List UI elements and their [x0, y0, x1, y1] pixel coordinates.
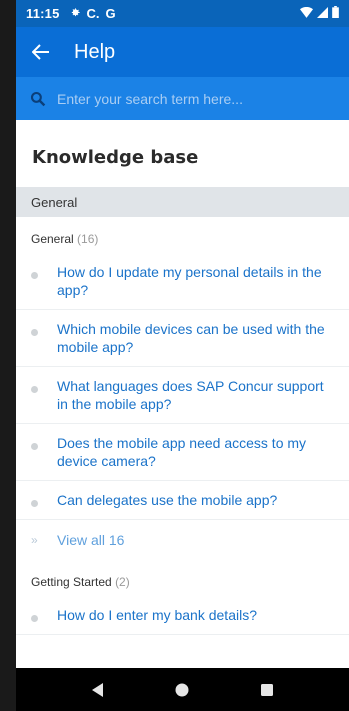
article-link[interactable]: Does the mobile app need access to my de… — [57, 434, 337, 470]
bullet-icon — [31, 500, 38, 507]
bullet-icon — [31, 272, 38, 279]
group-count: (16) — [77, 232, 99, 246]
article-link[interactable]: How do I update my personal details in t… — [57, 263, 337, 299]
article-link[interactable]: Which mobile devices can be used with th… — [57, 320, 337, 356]
bullet-icon — [31, 443, 38, 450]
view-all-label[interactable]: View all 16 — [57, 532, 124, 548]
search-icon — [29, 90, 47, 108]
article-item[interactable]: Can delegates use the mobile app? — [16, 481, 349, 520]
battery-icon — [332, 6, 339, 21]
article-link[interactable]: What languages does SAP Concur support i… — [57, 377, 337, 413]
signal-icon — [317, 6, 328, 21]
help-page: 11:15 C. G Help Enter your search term h… — [16, 0, 349, 711]
double-chevron-right-icon: » — [31, 533, 38, 547]
status-left-icons: C. G — [70, 6, 116, 21]
bullet-icon — [31, 615, 38, 622]
group-count: (2) — [115, 575, 130, 589]
wifi-icon — [300, 6, 313, 21]
system-nav-bar — [16, 668, 349, 711]
article-link[interactable]: How do I enter my bank details? — [57, 606, 337, 624]
screen: 11:15 C. G Help Enter your search term h… — [0, 0, 349, 711]
group-header-general: General (16) — [16, 217, 349, 253]
knowledge-base-title: Knowledge base — [32, 147, 199, 168]
article-item[interactable]: Does the mobile app need access to my de… — [16, 424, 349, 481]
bullet-icon — [31, 329, 38, 336]
c-icon: C. — [86, 6, 100, 21]
group-header-getting-started: Getting Started (2) — [16, 560, 349, 596]
article-item[interactable]: What languages does SAP Concur support i… — [16, 367, 349, 424]
app-bar: Help — [16, 27, 349, 77]
view-all-link[interactable]: » View all 16 — [16, 520, 349, 560]
status-time: 11:15 — [26, 6, 60, 21]
article-item[interactable]: How do I enter my bank details? — [16, 596, 349, 635]
status-right-icons — [300, 6, 339, 21]
settings-icon — [70, 6, 81, 21]
search-input[interactable] — [57, 90, 327, 107]
bullet-icon — [31, 386, 38, 393]
article-link[interactable]: Can delegates use the mobile app? — [57, 491, 337, 509]
article-item[interactable]: How do I update my personal details in t… — [16, 253, 349, 310]
article-item[interactable]: Which mobile devices can be used with th… — [16, 310, 349, 367]
search-bar — [16, 77, 349, 120]
section-header-general: General — [16, 187, 349, 217]
recents-square-icon[interactable] — [255, 678, 279, 702]
back-triangle-icon[interactable] — [86, 678, 110, 702]
g-icon: G — [105, 6, 116, 21]
home-circle-icon[interactable] — [170, 678, 194, 702]
knowledge-base-content[interactable]: Knowledge base General General (16) How … — [16, 120, 349, 668]
back-arrow-icon[interactable] — [30, 41, 52, 63]
group-name: Getting Started — [31, 575, 112, 589]
group-name: General — [31, 232, 74, 246]
status-bar: 11:15 C. G — [16, 0, 349, 27]
page-title: Help — [74, 40, 116, 63]
